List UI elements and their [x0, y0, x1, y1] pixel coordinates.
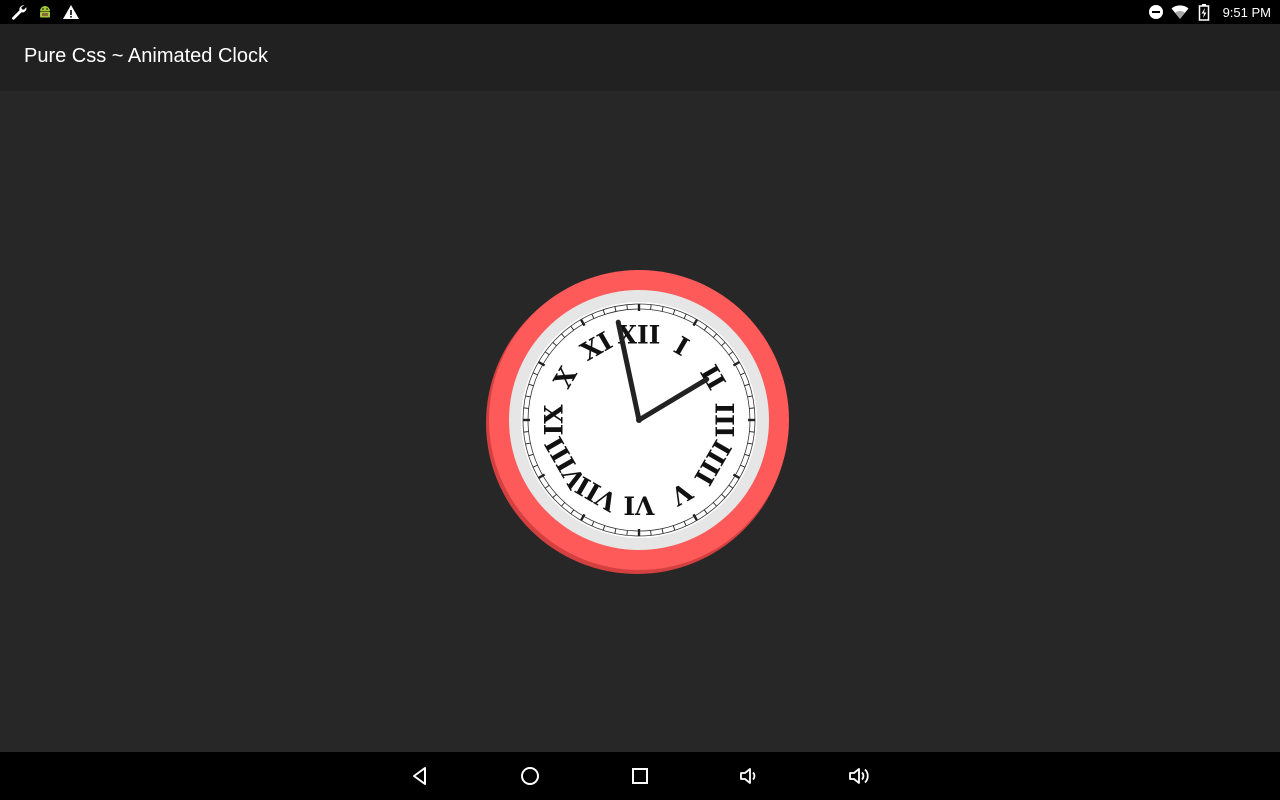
battery-icon [1195, 3, 1213, 21]
page-title: Pure Css ~ Animated Clock [24, 45, 268, 67]
clock-hub [636, 417, 642, 423]
minute-tick [523, 431, 529, 433]
recents-icon[interactable] [628, 764, 652, 788]
minute-tick [650, 530, 652, 536]
status-time: 9:51 PM [1222, 4, 1271, 20]
status-bar: 9:51 PM [0, 0, 1280, 24]
volume-up-icon[interactable] [848, 764, 872, 788]
navigation-bar [0, 752, 1280, 800]
analog-clock: XII I II III IIII V VI VII VIII IX X XI [486, 269, 792, 575]
hour-numeral: III [710, 402, 739, 437]
do-not-disturb-icon [1147, 3, 1165, 21]
status-left-icons [10, 2, 80, 22]
wifi-icon [1171, 3, 1189, 21]
minute-tick [749, 431, 755, 433]
minute-tick [749, 407, 755, 409]
volume-down-icon[interactable] [738, 764, 762, 788]
home-icon[interactable] [518, 764, 542, 788]
hour-numeral: VI [623, 491, 655, 520]
hour-numeral: IX [540, 404, 569, 436]
warning-icon [62, 3, 80, 21]
minute-tick [626, 530, 628, 536]
android-debug-icon [36, 3, 54, 21]
minute-tick [523, 407, 529, 409]
status-right-icons: 9:51 PM [1147, 2, 1271, 22]
back-icon[interactable] [408, 764, 432, 788]
clock-face-svg: XII IIIIIIIIIIVVIVIIVIIIIXXXI [486, 270, 789, 574]
app-bar: Pure Css ~ Animated Clock [0, 24, 1280, 91]
minute-tick [626, 304, 628, 310]
clock-content: XII I II III IIII V VI VII VIII IX X XI [0, 91, 1280, 752]
minute-tick [650, 304, 652, 310]
wrench-icon [10, 3, 28, 21]
